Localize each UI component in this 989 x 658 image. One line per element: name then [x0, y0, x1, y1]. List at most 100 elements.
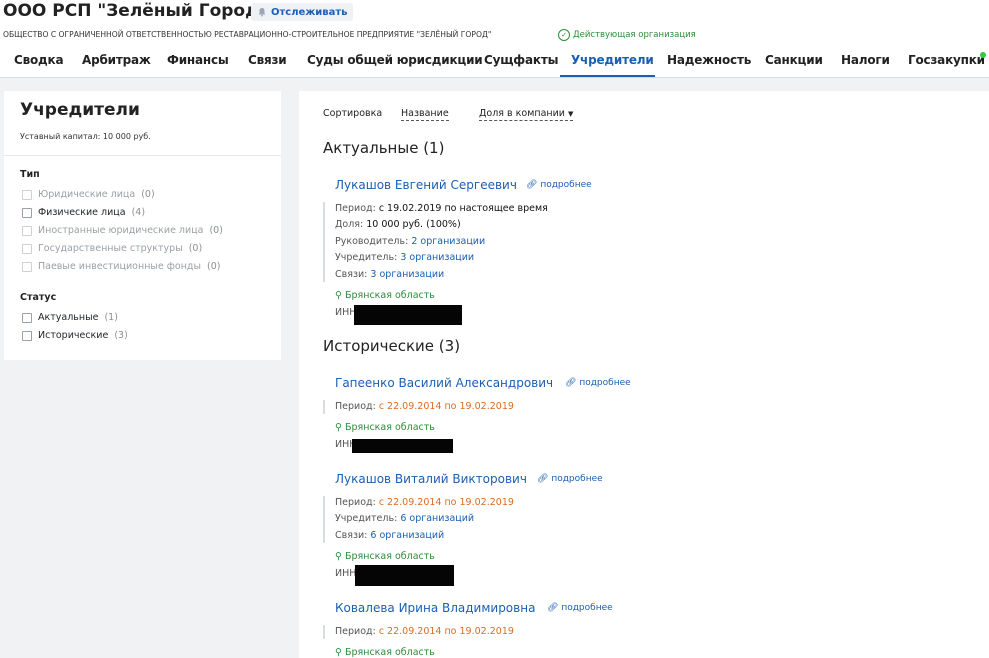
filter-label: Физические лица: [38, 207, 126, 218]
filter-label: Иностранные юридические лица: [38, 225, 204, 236]
links-line: Связи: 6 организаций: [335, 530, 445, 541]
checkbox[interactable]: [22, 207, 32, 218]
tab-arbitration[interactable]: Арбитраж: [82, 53, 151, 67]
checkbox[interactable]: [22, 330, 32, 341]
caret-down-icon: ▼: [568, 110, 574, 118]
panel-title: Учредители: [20, 100, 140, 120]
tab-sanctions[interactable]: Санкции: [765, 53, 823, 67]
details-bar: [323, 625, 325, 639]
period-line: Период: с 22.09.2014 по 19.02.2019: [335, 497, 514, 508]
sort-label: Сортировка: [323, 108, 383, 119]
region: ⚲ Брянская область: [335, 647, 435, 658]
active-tab-underline: [560, 75, 655, 77]
period-line: Период: с 19.02.2019 по настоящее время: [335, 203, 548, 214]
status-badge: ✓ Действующая организация: [558, 29, 696, 41]
filter-label: Исторические: [38, 330, 109, 341]
links-line: Связи: 3 организации: [335, 269, 445, 280]
founder-name-link[interactable]: Лукашов Виталий Викторович: [335, 472, 527, 486]
links-orgs-link[interactable]: 6 организаций: [370, 530, 444, 541]
tab-finance[interactable]: Финансы: [167, 53, 229, 67]
company-full-name: ОБЩЕСТВО С ОГРАНИЧЕННОЙ ОТВЕТСТВЕННОСТЬЮ…: [3, 30, 492, 39]
type-group-title: Тип: [20, 169, 40, 180]
founder-orgs-link[interactable]: 6 организаций: [400, 513, 474, 524]
sort-share-label: Доля в компании: [479, 108, 565, 119]
filter-state-structures[interactable]: Государственные структуры (0): [22, 243, 202, 254]
checkbox[interactable]: [22, 312, 32, 323]
follow-label: Отслеживать: [271, 6, 348, 18]
checkbox[interactable]: [22, 243, 32, 254]
region: ⚲ Брянская область: [335, 422, 435, 433]
link-icon: 🔗︎: [547, 603, 559, 613]
founders-list-panel: Сортировка Название Доля в компании ▼ Ак…: [299, 91, 989, 658]
filter-foreign-entities[interactable]: Иностранные юридические лица (0): [22, 225, 223, 236]
details-bar: [323, 496, 325, 543]
more-link[interactable]: 🔗︎ подробнее: [526, 180, 592, 190]
more-label: подробнее: [551, 474, 603, 484]
filter-count: (3): [114, 330, 128, 341]
details-bar: [323, 202, 325, 282]
filter-count: (0): [207, 261, 221, 272]
tab-summary[interactable]: Сводка: [14, 53, 64, 67]
filter-actual[interactable]: Актуальные (1): [22, 312, 118, 323]
more-link[interactable]: 🔗︎ подробнее: [565, 378, 631, 388]
details-bar: [323, 400, 325, 414]
historical-section-title: Исторические (3): [323, 337, 461, 355]
tab-courts[interactable]: Суды общей юрисдикции: [307, 53, 483, 67]
company-header: ООО РСП "Зелёный Город" Отслеживать ОБЩЕ…: [0, 0, 989, 78]
filter-label: Юридические лица: [38, 189, 136, 200]
status-text: Действующая организация: [573, 30, 696, 40]
location-pin-icon: ⚲: [335, 551, 342, 562]
tab-reliability[interactable]: Надежность: [667, 53, 751, 67]
founder-name-link[interactable]: Ковалева Ирина Владимировна: [335, 601, 535, 615]
filter-count: (0): [141, 189, 155, 200]
status-group-title: Статус: [20, 292, 57, 303]
region: ⚲ Брянская область: [335, 290, 435, 301]
notification-dot: [980, 52, 986, 58]
head-orgs-link[interactable]: 2 организации: [411, 236, 485, 247]
more-label: подробнее: [561, 603, 613, 613]
tab-founders[interactable]: Учредители: [571, 53, 654, 67]
tab-procurement[interactable]: Госзакупки: [908, 53, 985, 67]
filter-label: Государственные структуры: [38, 243, 183, 254]
bell-icon: [258, 8, 266, 17]
follow-button[interactable]: Отслеживать: [251, 3, 354, 21]
filter-historical[interactable]: Исторические (3): [22, 330, 128, 341]
link-icon: 🔗︎: [526, 180, 538, 190]
filter-individuals[interactable]: Физические лица (4): [22, 207, 145, 218]
sort-by-name[interactable]: Название: [401, 108, 449, 121]
filter-label: Актуальные: [38, 312, 99, 323]
link-icon: 🔗︎: [537, 474, 549, 484]
sort-by-share[interactable]: Доля в компании ▼: [479, 108, 574, 121]
region: ⚲ Брянская область: [335, 551, 435, 562]
tab-facts[interactable]: Сущфакты: [484, 53, 558, 67]
filter-panel: Учредители Уставный капитал: 10 000 руб.…: [4, 91, 281, 360]
tab-links[interactable]: Связи: [248, 53, 287, 67]
founder-name-link[interactable]: Лукашов Евгений Сергеевич: [335, 178, 517, 192]
share-line: Доля: 10 000 руб. (100%): [335, 219, 461, 230]
checkbox[interactable]: [22, 189, 32, 200]
filter-legal-entities[interactable]: Юридические лица (0): [22, 189, 155, 200]
location-pin-icon: ⚲: [335, 422, 342, 433]
filter-label: Паевые инвестиционные фонды: [38, 261, 201, 272]
authorized-capital: Уставный капитал: 10 000 руб.: [20, 132, 151, 141]
redacted-inn: [352, 439, 453, 453]
check-circle-icon: ✓: [558, 29, 570, 41]
founder-name-link[interactable]: Гапеенко Василий Александрович: [335, 376, 553, 390]
location-pin-icon: ⚲: [335, 290, 342, 301]
actual-section-title: Актуальные (1): [323, 139, 445, 157]
filter-count: (1): [104, 312, 118, 323]
more-link[interactable]: 🔗︎ подробнее: [537, 474, 603, 484]
founder-line: Учредитель: 6 организаций: [335, 513, 475, 524]
links-orgs-link[interactable]: 3 организации: [370, 269, 444, 280]
checkbox[interactable]: [22, 225, 32, 236]
more-label: подробнее: [579, 378, 631, 388]
filter-count: (4): [131, 207, 146, 218]
link-icon: 🔗︎: [565, 378, 577, 388]
founder-orgs-link[interactable]: 3 организации: [400, 252, 474, 263]
filter-investment-funds[interactable]: Паевые инвестиционные фонды (0): [22, 261, 220, 272]
inn-label: ИНН: [335, 568, 357, 579]
more-link[interactable]: 🔗︎ подробнее: [547, 603, 613, 613]
more-label: подробнее: [540, 180, 592, 190]
checkbox[interactable]: [22, 261, 32, 272]
tab-taxes[interactable]: Налоги: [841, 53, 890, 67]
